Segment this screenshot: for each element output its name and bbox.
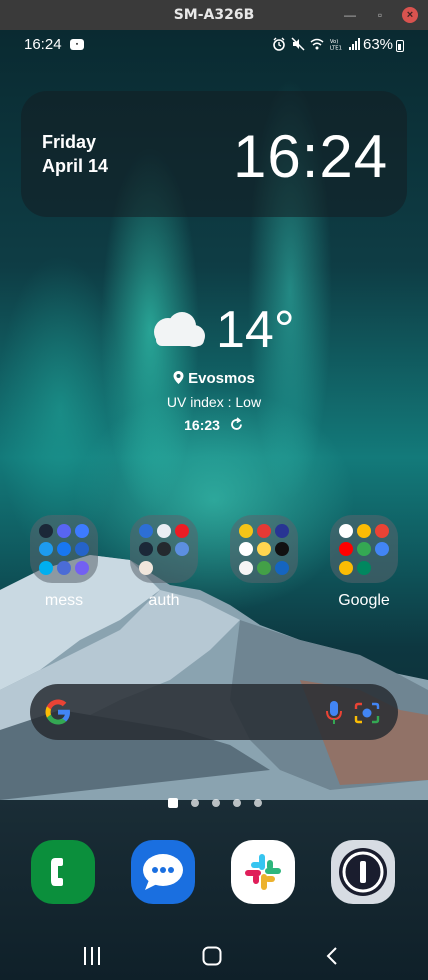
paypal-icon — [239, 542, 253, 557]
messages-icon — [143, 854, 183, 890]
page-indicator — [168, 798, 262, 808]
clock-date: April 14 — [42, 156, 109, 176]
settings-app-icon — [275, 524, 289, 538]
weather-updated-time: 16:23 — [184, 417, 220, 433]
status-bar: 16:24 ▪ Vo) LTE1 63% — [0, 30, 428, 58]
key-icon — [139, 560, 153, 575]
github-icon — [157, 542, 171, 557]
page-dot[interactable] — [191, 799, 199, 807]
wifi-icon — [310, 38, 324, 50]
gmail-icon — [375, 524, 389, 538]
refresh-icon[interactable] — [229, 417, 244, 432]
clock-widget[interactable]: Friday April 14 16:24 — [21, 91, 407, 217]
folder-label-mess: mess — [44, 592, 84, 609]
recents-button[interactable] — [72, 936, 112, 976]
close-icon[interactable]: × — [402, 7, 418, 23]
clock-time: 16:24 — [233, 123, 389, 190]
drive-icon — [375, 542, 389, 557]
folder-label-google: Google — [338, 592, 390, 609]
status-icons: Vo) LTE1 — [272, 37, 362, 51]
weather-location: Evosmos — [0, 370, 428, 387]
youtube-icon — [339, 542, 353, 557]
cloudy-icon — [154, 312, 205, 347]
svg-text:LTE1: LTE1 — [330, 45, 342, 51]
google-g-icon — [45, 699, 70, 725]
folder-google[interactable] — [330, 515, 398, 583]
yellow-app-icon — [239, 524, 253, 538]
phone-app[interactable] — [31, 840, 95, 904]
battery-percent: 63% — [363, 36, 394, 53]
authy-icon — [175, 524, 189, 538]
minimize-icon[interactable]: — — [342, 7, 358, 23]
folder-mess[interactable] — [30, 515, 98, 583]
weather-temperature: 14° — [216, 301, 295, 359]
home-icon — [202, 946, 222, 966]
chat-icon — [75, 542, 89, 557]
folder-auth[interactable] — [130, 515, 198, 583]
messenger-icon — [75, 524, 89, 538]
svg-text:Vo): Vo) — [330, 39, 338, 45]
page-dot[interactable] — [233, 799, 241, 807]
revolut-icon — [239, 560, 253, 575]
facebook-icon — [57, 542, 71, 557]
google-icon — [339, 524, 353, 538]
home-button[interactable] — [192, 936, 232, 976]
mute-icon — [291, 37, 305, 51]
alarm-icon — [273, 37, 285, 51]
microphone-icon[interactable] — [326, 700, 342, 726]
skype-icon — [39, 560, 53, 575]
clock-day: Friday — [42, 132, 97, 152]
back-button[interactable] — [312, 936, 352, 976]
card-icon — [257, 542, 271, 557]
back-icon — [326, 947, 337, 965]
google-search-bar[interactable] — [30, 684, 398, 740]
signal-icon — [349, 38, 360, 50]
1password-icon — [339, 848, 387, 896]
google-auth-icon — [175, 542, 189, 557]
folder-label-auth: auth — [148, 592, 180, 609]
window-title: SM-A326B — [173, 7, 255, 23]
keep-icon — [339, 560, 353, 575]
maps-icon — [357, 542, 371, 557]
steam-icon — [139, 542, 153, 557]
page-dot[interactable] — [254, 799, 262, 807]
status-time: 16:24 — [24, 36, 62, 53]
black-app-icon — [275, 542, 289, 557]
weather-updated: 16:23 — [0, 417, 428, 433]
weather-uv-index: UV index : Low — [166, 394, 262, 410]
lock-icon — [157, 524, 171, 538]
discord-icon — [57, 524, 71, 538]
green-app-icon — [257, 560, 271, 575]
volte-icon: Vo)LTE1 — [330, 39, 342, 51]
phone-icon — [51, 858, 63, 886]
1password-app[interactable] — [331, 840, 395, 904]
location-pin-icon — [173, 371, 184, 384]
app-badge-icon: ▪ — [70, 39, 84, 50]
shield-icon — [139, 524, 153, 538]
page-dot[interactable] — [212, 799, 220, 807]
weather-widget[interactable]: 14° Evosmos UV index : Low 16:23 — [0, 300, 428, 440]
battery-icon — [396, 40, 404, 52]
steam-icon — [39, 524, 53, 538]
slack-icon — [245, 854, 281, 890]
weather-location-name: Evosmos — [188, 370, 255, 387]
blue-app-icon — [275, 560, 289, 575]
red-app-icon — [257, 524, 271, 538]
slack-app[interactable] — [231, 840, 295, 904]
navigation-bar — [0, 930, 428, 980]
window-title-bar: SM-A326B — ▫ × — [0, 0, 428, 30]
page-dot-home[interactable] — [168, 798, 178, 808]
play-icon — [357, 560, 371, 575]
twitter-icon — [39, 542, 53, 557]
viber-icon — [75, 560, 89, 575]
recents-icon — [84, 947, 100, 965]
messages-app[interactable] — [131, 840, 195, 904]
maximize-icon[interactable]: ▫ — [372, 7, 388, 23]
folder-finance[interactable] — [230, 515, 298, 583]
email-icon — [57, 560, 71, 575]
chrome-icon — [357, 524, 371, 538]
google-lens-icon[interactable] — [354, 702, 380, 724]
